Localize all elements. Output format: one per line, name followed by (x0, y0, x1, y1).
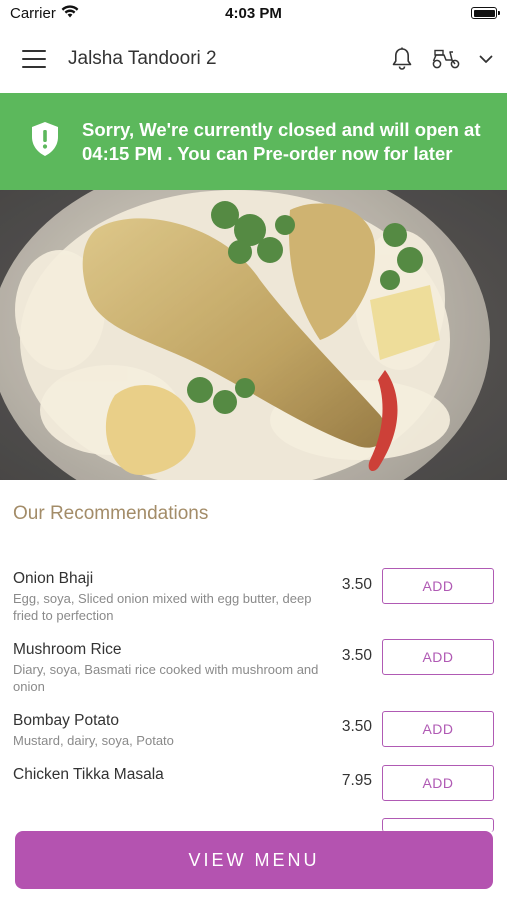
app-header: Jalsha Tandoori 2 (0, 26, 507, 92)
wifi-icon (61, 4, 79, 22)
header-actions (391, 47, 493, 71)
item-description: Mustard, dairy, soya, Potato (13, 733, 174, 748)
item-price: 7.95 (341, 772, 372, 789)
item-name: Onion Bhaji (13, 570, 94, 587)
add-button[interactable]: ADD (382, 711, 494, 747)
status-left: Carrier (10, 5, 79, 22)
add-button[interactable]: ADD (382, 639, 494, 675)
item-description: Diary, soya, Basmati rice cooked with mu… (13, 662, 319, 694)
shield-alert-icon (30, 121, 60, 162)
closed-notice-text: Sorry, We're currently closed and will o… (82, 118, 481, 164)
item-name: Chicken Tikka Masala (13, 766, 164, 783)
bell-icon[interactable] (391, 47, 413, 71)
item-name: Mushroom Rice (13, 641, 122, 658)
add-button-partial[interactable] (382, 818, 494, 832)
carrier-label: Carrier (10, 4, 56, 22)
battery-icon (471, 7, 500, 19)
hero-food-image (0, 190, 507, 480)
add-button[interactable]: ADD (382, 568, 494, 604)
add-button[interactable]: ADD (382, 765, 494, 801)
recommendations-heading: Our Recommendations (13, 503, 209, 524)
closed-notice-banner: Sorry, We're currently closed and will o… (0, 93, 507, 190)
item-price: 3.50 (341, 718, 372, 735)
item-description: Egg, soya, Sliced onion mixed with egg b… (13, 591, 312, 623)
item-name: Bombay Potato (13, 712, 119, 729)
view-menu-button[interactable]: VIEW MENU (15, 831, 493, 889)
chevron-down-icon[interactable] (479, 55, 493, 64)
scooter-icon[interactable] (431, 48, 461, 70)
status-bar: Carrier 4:03 PM (0, 0, 507, 26)
item-price: 3.50 (341, 647, 372, 664)
item-price: 3.50 (341, 576, 372, 593)
restaurant-title: Jalsha Tandoori 2 (68, 48, 217, 69)
menu-icon[interactable] (22, 50, 46, 68)
